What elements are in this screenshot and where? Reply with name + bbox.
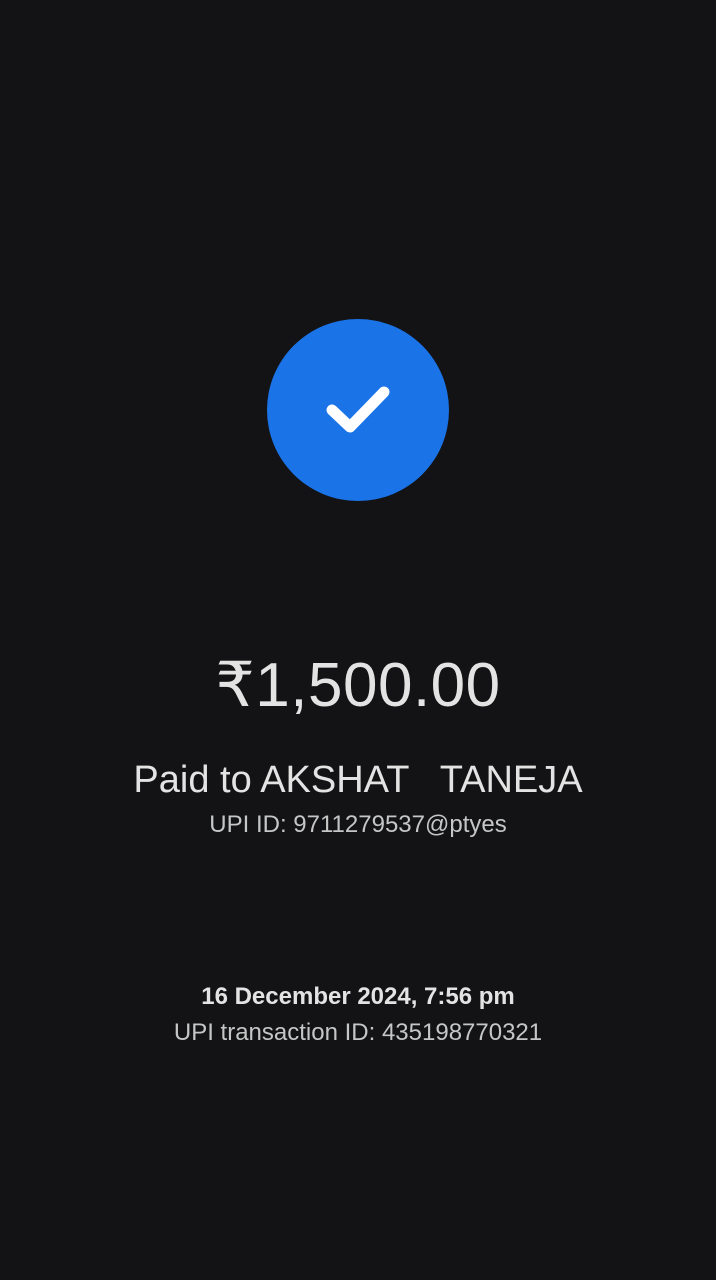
payee-name: Paid to AKSHAT TANEJA	[133, 759, 583, 801]
payee-upi-id: UPI ID: 9711279537@ptyes	[209, 811, 507, 838]
success-badge	[267, 319, 449, 501]
payment-success-screen: ₹1,500.00 Paid to AKSHAT TANEJA UPI ID: …	[0, 0, 716, 1280]
check-icon	[318, 370, 398, 450]
upi-transaction-id: UPI transaction ID: 435198770321	[173, 1019, 543, 1046]
payment-amount: ₹1,500.00	[215, 651, 501, 720]
transaction-datetime: 16 December 2024, 7:56 pm	[201, 983, 515, 1010]
